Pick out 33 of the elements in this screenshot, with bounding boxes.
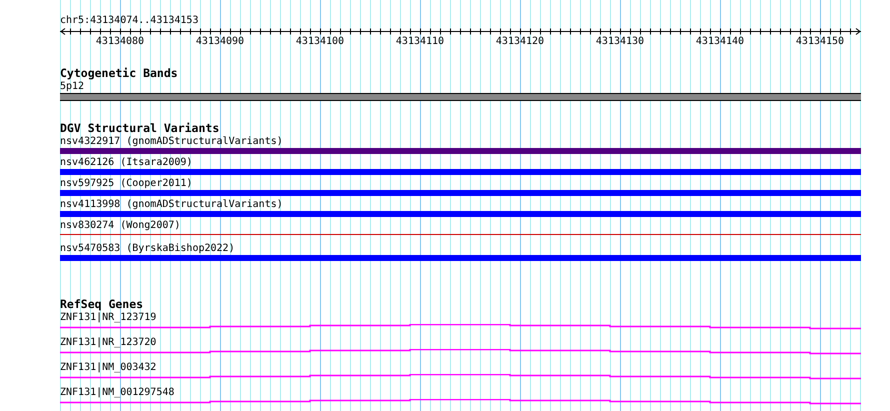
variant-line[interactable] [60,234,861,235]
variant-label: nsv462126 (Itsara2009) [60,156,192,169]
tick-label: 43134080 [96,36,144,47]
tick-label: 43134090 [196,36,244,47]
variant-label: nsv5470583 (ByrskaBishop2022) [60,242,235,255]
gene-label: ZNF131|NM_003432 [60,361,156,374]
tick-label: 43134140 [696,36,744,47]
gene-label: ZNF131|NM_001297548 [60,386,174,399]
band-label: 5p12 [60,80,84,93]
variant-bar[interactable] [60,169,861,175]
gene-label: ZNF131|NR_123719 [60,311,156,324]
tick-label: 43134110 [396,36,444,47]
track-title: RefSeq Genes [60,298,144,311]
gene-line[interactable] [60,399,861,404]
gene-line[interactable] [60,324,861,330]
gene-label: ZNF131|NR_123720 [60,336,156,349]
variant-bar[interactable] [60,211,861,217]
variant-bar[interactable] [60,148,861,154]
variant-label: nsv4322917 (gnomADStructuralVariants) [60,135,283,148]
variant-label: nsv830274 (Wong2007) [60,219,180,232]
variant-bar[interactable] [60,255,861,261]
tick-label: 43134120 [496,36,544,47]
tick-label: 43134150 [796,36,844,47]
variant-bar[interactable] [60,190,861,196]
gene-line[interactable] [60,349,861,354]
tick-label: 43134130 [596,36,644,47]
gene-line[interactable] [60,374,861,380]
tick-label: 43134100 [296,36,344,47]
variant-label: nsv597925 (Cooper2011) [60,177,192,190]
track-title: Cytogenetic Bands [60,67,178,80]
position-label: chr5:43134074..43134153 [60,14,198,27]
variant-label: nsv4113998 (gnomADStructuralVariants) [60,198,283,211]
track-title: DGV Structural Variants [60,122,220,135]
